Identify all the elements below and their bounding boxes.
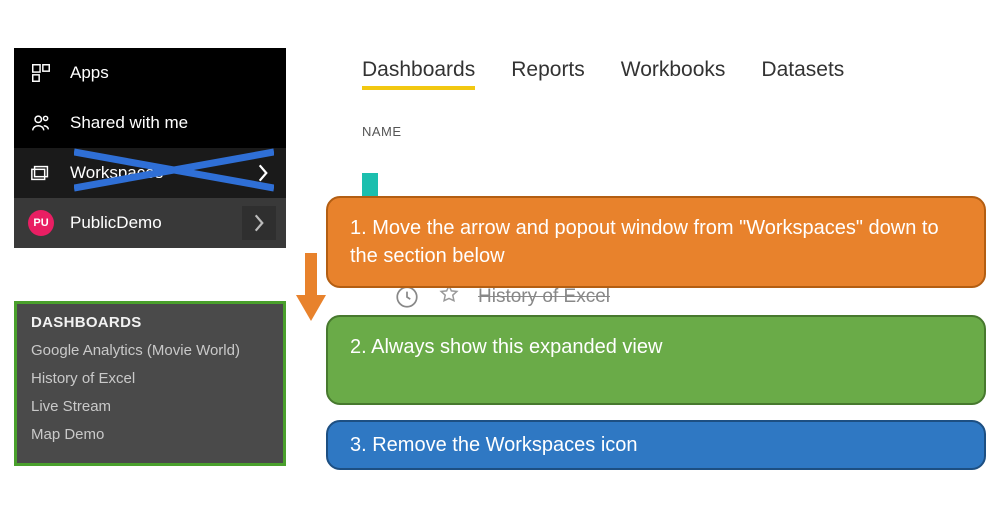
arrow-annotation <box>294 253 328 323</box>
expand-workspace-button[interactable] <box>242 206 276 240</box>
apps-icon <box>28 60 54 86</box>
callout-3: 3. Remove the Workspaces icon <box>326 420 986 470</box>
shared-icon <box>28 110 54 136</box>
tab-bar: Dashboards Reports Workbooks Datasets <box>294 58 986 90</box>
nav-shared-label: Shared with me <box>70 113 272 133</box>
nav-workspaces-label: Workspaces <box>70 163 272 183</box>
nav-shared[interactable]: Shared with me <box>14 98 286 148</box>
row-title: History of Excel <box>478 286 610 308</box>
popout-item[interactable]: History of Excel <box>31 365 269 393</box>
popout-title: DASHBOARDS <box>31 314 269 331</box>
nav-apps[interactable]: Apps <box>14 48 286 98</box>
avatar: PU <box>28 210 54 236</box>
nav-current-workspace[interactable]: PU PublicDemo <box>14 198 286 248</box>
workspaces-icon <box>28 160 54 186</box>
popout-list: Google Analytics (Movie World) History o… <box>31 337 269 449</box>
tab-workbooks[interactable]: Workbooks <box>621 58 726 90</box>
dashboards-popout: DASHBOARDS Google Analytics (Movie World… <box>14 301 286 466</box>
callout-2: 2. Always show this expanded view <box>326 315 986 405</box>
nav-workspaces[interactable]: Workspaces <box>14 148 286 198</box>
tab-datasets[interactable]: Datasets <box>761 58 844 90</box>
sidebar: Apps Shared with me Workspaces <box>14 48 286 248</box>
nav-apps-label: Apps <box>70 63 272 83</box>
popout-item[interactable]: Live Stream <box>31 393 269 421</box>
column-header-name: NAME <box>294 124 986 139</box>
content-area: Dashboards Reports Workbooks Datasets NA… <box>294 58 986 139</box>
tab-reports[interactable]: Reports <box>511 58 585 90</box>
popout-item[interactable]: Map Demo <box>31 421 269 449</box>
tab-dashboards[interactable]: Dashboards <box>362 58 475 90</box>
chevron-right-icon <box>256 162 270 189</box>
callout-1: 1. Move the arrow and popout window from… <box>326 196 986 288</box>
popout-item[interactable]: Google Analytics (Movie World) <box>31 337 269 365</box>
